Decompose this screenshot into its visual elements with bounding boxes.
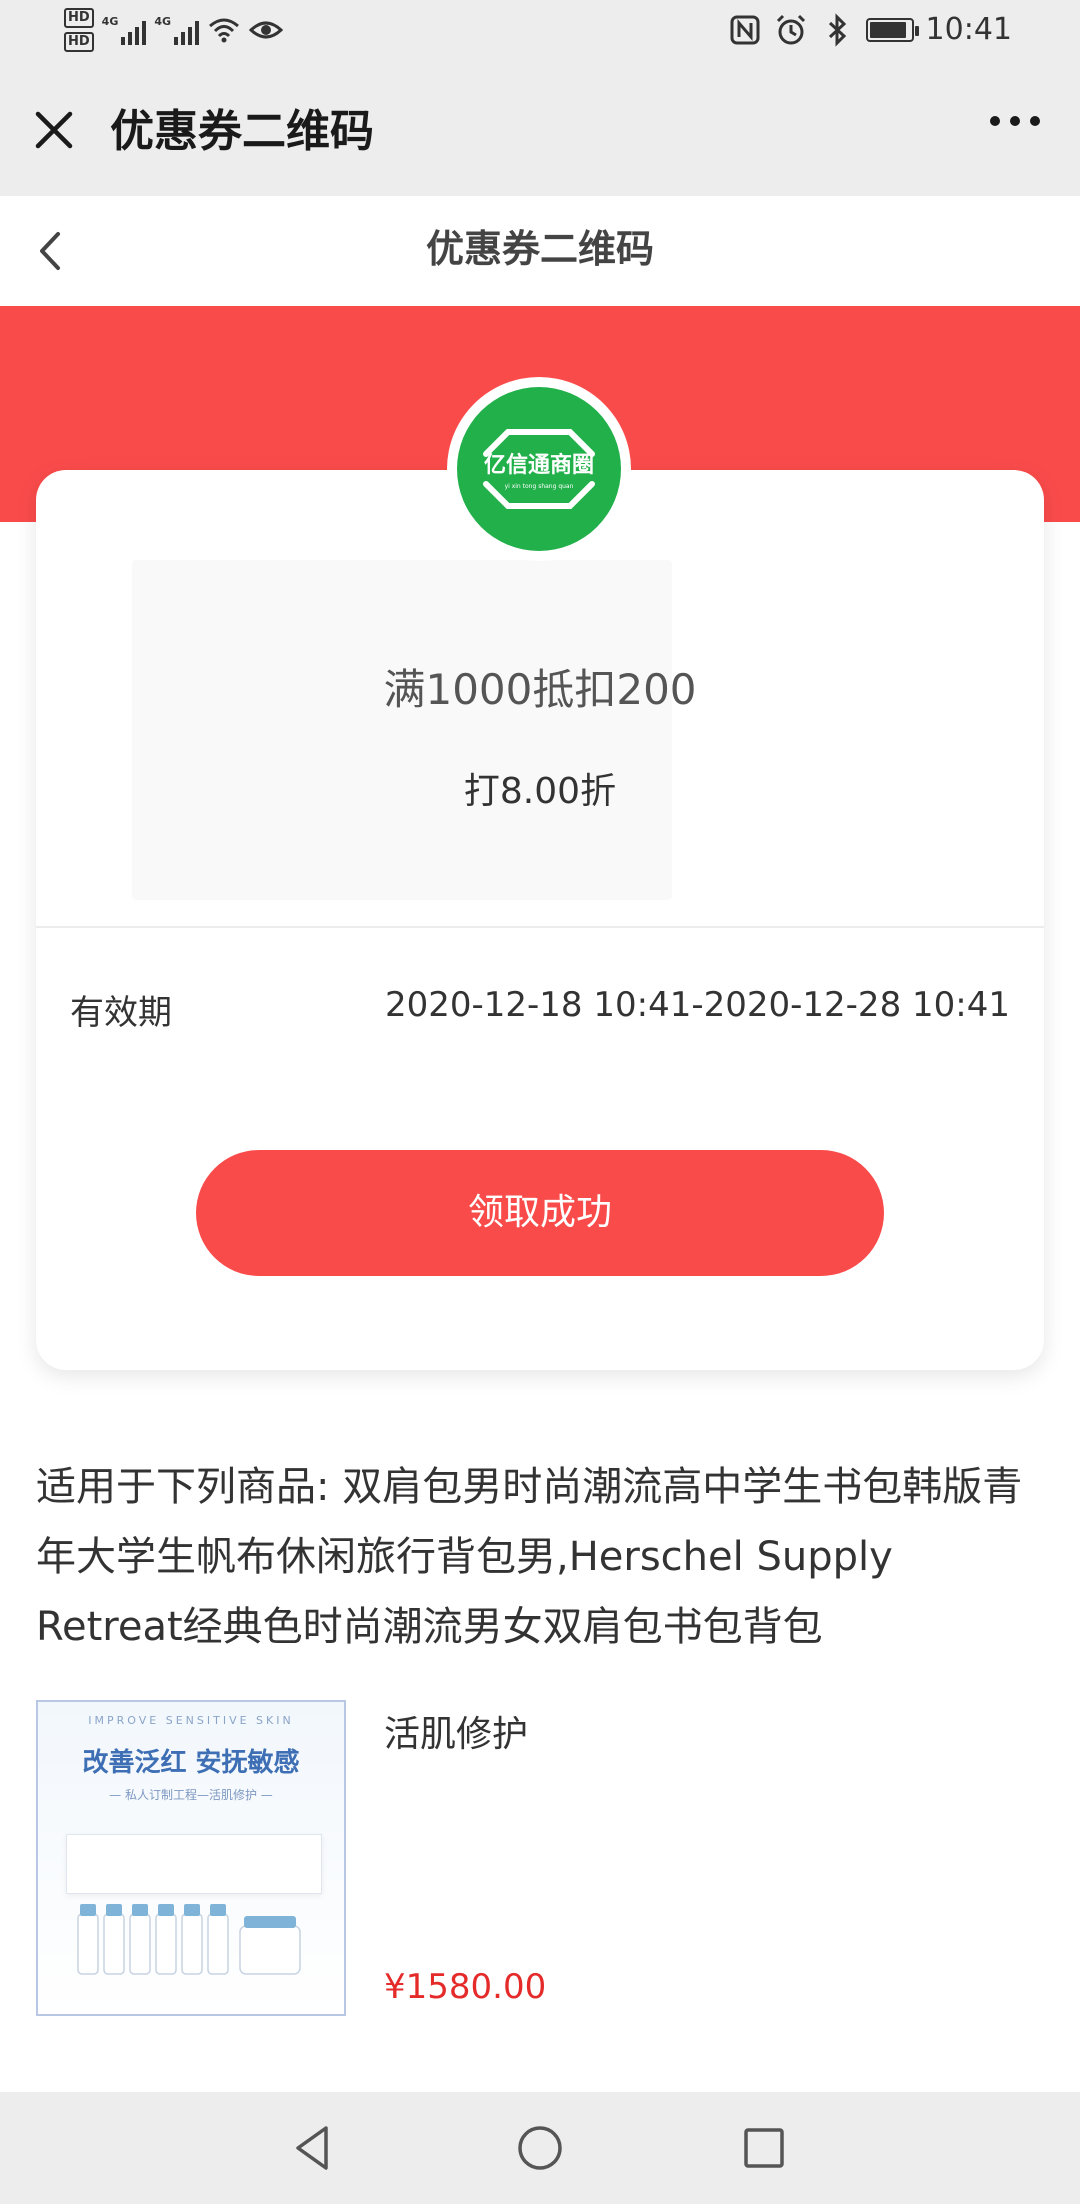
page-title: 优惠券二维码 bbox=[425, 227, 654, 271]
product-image-cn: 改善泛红 安抚敏感 bbox=[82, 1748, 300, 1778]
product-image[interactable]: IMPROVE SENSITIVE SKIN 改善泛红 安抚敏感 — 私人订制工… bbox=[36, 1700, 346, 2016]
product-item[interactable]: IMPROVE SENSITIVE SKIN 改善泛红 安抚敏感 — 私人订制工… bbox=[36, 1700, 1044, 2020]
signal-icon: 4G bbox=[102, 15, 147, 45]
bottles-graphic bbox=[77, 1904, 301, 1975]
validity-label: 有效期 bbox=[70, 993, 172, 1033]
webview-header: 优惠券二维码 bbox=[0, 66, 1080, 196]
signal-icon: 4G bbox=[154, 15, 200, 45]
eye-icon bbox=[249, 21, 284, 39]
product-image-en: IMPROVE SENSITIVE SKIN bbox=[88, 1714, 294, 1727]
validity-value: 2020-12-18 10:41-2020-12-28 10:41 bbox=[384, 985, 1010, 1025]
logo-text: 亿信通商圈 bbox=[484, 452, 594, 478]
signal-tag: 4G bbox=[101, 15, 119, 28]
nfc-icon bbox=[730, 15, 760, 44]
product-price: ¥1580.00 bbox=[384, 1967, 547, 2007]
triangle-back-icon[interactable] bbox=[286, 2120, 342, 2176]
hd-badge: HD bbox=[64, 32, 94, 52]
bluetooth-icon bbox=[828, 12, 846, 47]
claim-button[interactable]: 领取成功 bbox=[196, 1150, 884, 1276]
hd-badge: HD bbox=[64, 8, 94, 28]
qr-area bbox=[132, 560, 672, 900]
system-nav-bar bbox=[0, 2092, 1080, 2204]
product-box bbox=[66, 1834, 322, 1894]
coupon-discount: 打8.00折 bbox=[463, 771, 617, 812]
signal-tag: 4G bbox=[154, 15, 172, 28]
clock: 10:41 bbox=[925, 12, 1012, 47]
brand-logo: 亿信通商圈 yi xin tong shang quan bbox=[450, 380, 628, 558]
product-image-sub: — 私人订制工程—活肌修护 — bbox=[109, 1788, 273, 1802]
status-right: 10:41 bbox=[728, 12, 1012, 47]
battery-icon bbox=[865, 17, 919, 42]
alarm-icon bbox=[776, 14, 805, 44]
wifi-icon bbox=[209, 18, 240, 43]
more-icon[interactable] bbox=[990, 116, 1040, 126]
hd-indicators: HD HD bbox=[64, 8, 94, 52]
webview-title: 优惠券二维码 bbox=[110, 106, 374, 157]
square-recent-icon[interactable] bbox=[736, 2120, 792, 2176]
status-bar: HD HD 4G 4G 10:41 bbox=[0, 0, 1080, 66]
close-icon[interactable] bbox=[30, 106, 78, 154]
applicable-goods-text: 适用于下列商品: 双肩包男时尚潮流高中学生书包韩版青年大学生帆布休闲旅行背包男,… bbox=[36, 1464, 1023, 1650]
status-left: HD HD 4G 4G bbox=[64, 8, 284, 52]
coupon-description: 满1000抵扣200 bbox=[383, 665, 697, 714]
page-nav-bar: 优惠券二维码 bbox=[0, 196, 1080, 306]
product-name[interactable]: 活肌修护 bbox=[384, 1710, 528, 1760]
card-divider bbox=[36, 926, 1044, 928]
circle-home-icon[interactable] bbox=[512, 2120, 568, 2176]
logo-pinyin: yi xin tong shang quan bbox=[505, 483, 574, 490]
